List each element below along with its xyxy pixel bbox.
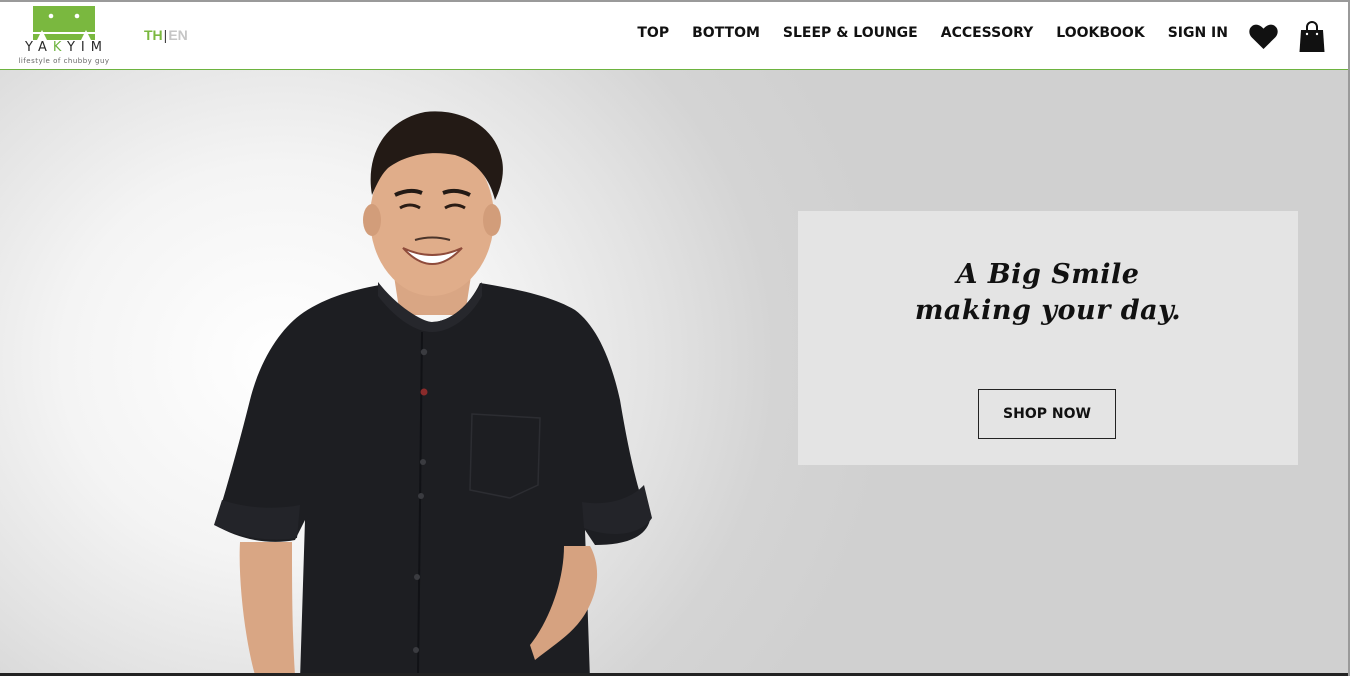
model-photo — [214, 111, 652, 673]
heart-icon[interactable] — [1249, 24, 1278, 50]
shopping-bag-icon[interactable] — [1299, 21, 1325, 52]
promo-headline-line1: A Big Smile — [956, 259, 1140, 290]
nav-item-accessory[interactable]: ACCESSORY — [941, 25, 1034, 41]
nav-item-top[interactable]: TOP — [637, 25, 669, 41]
promo-headline: A Big Smile making your day. — [798, 257, 1298, 329]
nav-item-sign-in[interactable]: SIGN IN — [1168, 25, 1228, 41]
language-th-link[interactable]: TH — [144, 27, 163, 43]
main-nav: TOP BOTTOM SLEEP & LOUNGE ACCESSORY LOOK… — [637, 25, 1228, 41]
logo-badge-icon — [33, 6, 95, 40]
nav-item-lookbook[interactable]: LOOKBOOK — [1056, 25, 1144, 41]
language-separator: | — [163, 27, 168, 43]
promo-headline-line2: making your day. — [914, 295, 1182, 326]
logo-wordmark: YAKYIM — [25, 40, 108, 55]
site-header: YAKYIM lifestyle of chubby guy TH|EN TOP… — [0, 2, 1348, 70]
shop-now-button[interactable]: SHOP NOW — [978, 389, 1116, 439]
logo[interactable]: YAKYIM lifestyle of chubby guy — [14, 4, 114, 68]
nav-item-bottom[interactable]: BOTTOM — [692, 25, 760, 41]
language-en-link[interactable]: EN — [168, 27, 187, 43]
logo-tagline: lifestyle of chubby guy — [18, 57, 110, 65]
nav-item-sleep-lounge[interactable]: SLEEP & LOUNGE — [783, 25, 918, 41]
hero-banner: A Big Smile making your day. SHOP NOW — [0, 70, 1348, 673]
promo-card: A Big Smile making your day. SHOP NOW — [798, 211, 1298, 465]
page: YAKYIM lifestyle of chubby guy TH|EN TOP… — [0, 0, 1350, 676]
language-switcher: TH|EN — [144, 27, 188, 43]
